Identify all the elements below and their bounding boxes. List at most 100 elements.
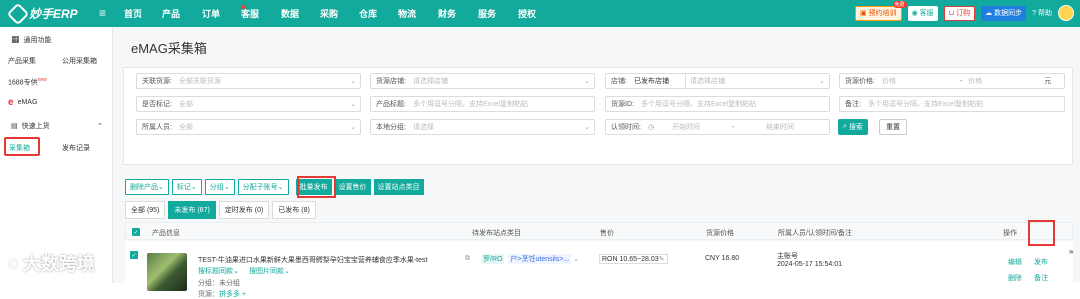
avatar[interactable]: [1058, 5, 1074, 21]
category-tag[interactable]: 户>烹饪utensils>...: [508, 254, 572, 264]
chevron-down-icon: ⌄: [350, 78, 356, 85]
nav-order[interactable]: 订单: [202, 5, 245, 20]
source-select[interactable]: 关联货源: 全部关联货源 ⌄: [136, 73, 361, 89]
product-title[interactable]: TEST-牛油果进口水果新鲜大果墨西哥鳄梨孕妇宝宝营养辅食应季水果-test: [198, 255, 427, 265]
cost-text: CNY 16.80: [705, 255, 740, 262]
calendar-icon: ▣: [859, 10, 867, 17]
logo-icon: [6, 2, 30, 25]
edit-link[interactable]: 编辑: [1008, 257, 1022, 267]
delete-link[interactable]: 删除: [1008, 273, 1022, 283]
add-icon[interactable]: +: [242, 291, 246, 298]
cloud-sync-icon: ☁: [985, 10, 993, 17]
sidebar: ▦ 通用功能 产品采集 公用采集箱 1688专供new e eMAG ▤ 快速上货 ⌃ …: [0, 27, 113, 283]
delete-products-button[interactable]: 删除产品 ⌄: [125, 179, 169, 195]
nav-warehouse[interactable]: 仓库: [359, 7, 398, 20]
col-owner: 所属人员/认领时间/备注: [778, 230, 852, 237]
tab-published[interactable]: 已发布 (8): [272, 201, 316, 219]
table-header: ✓ 产品信息 待发布站点类目 售价 货源价格 所属人员/认领时间/备注 操作: [125, 222, 1073, 240]
new-badge: new: [37, 77, 47, 83]
document-icon: ▤: [11, 123, 18, 130]
source-id-input[interactable]: 货源ID: 多个用逗号分隔，支持Excel复制粘贴: [605, 96, 830, 112]
nav-services[interactable]: 服务: [478, 7, 518, 20]
assign-subaccount-button[interactable]: 分配子账号 ⌄: [237, 179, 289, 195]
note-link[interactable]: 备注: [1034, 273, 1048, 283]
watermark-logo-icon: ◌: [8, 252, 19, 273]
product-thumbnail[interactable]: [147, 253, 187, 291]
owner-select[interactable]: 所属人员: 全部 ⌄: [136, 119, 361, 135]
flag-icon[interactable]: ⚑: [1068, 249, 1074, 257]
main-nav: 首页 产品 订单 客服 数据 采购 仓库 物流 财务 服务 授权: [124, 5, 558, 20]
set-category-button[interactable]: 设置站点类目: [373, 179, 424, 195]
marked-select[interactable]: 是否标记: 全部 ⌄: [136, 96, 361, 112]
sidebar-item-publish-log[interactable]: 发布记录: [62, 143, 90, 153]
search-icon: ⌕: [843, 123, 847, 130]
top-navigation-bar: 妙手ERP ≡ 首页 产品 订单 客服 数据 采购 仓库 物流 财务 服务 授权…: [0, 0, 1080, 27]
clock-icon: ◷: [647, 124, 655, 131]
chevron-down-icon: ⌄: [819, 78, 825, 85]
col-price: 售价: [600, 230, 614, 237]
nav-logistics[interactable]: 物流: [398, 7, 438, 20]
topbar-right: ▣ 预约培训 免费 ◉ 客服 ⊔ 订购 ☁ 数据同步 ? 帮助: [854, 0, 1074, 21]
main-content: eMAG采集箱 关联货源: 全部关联货源 ⌄ 货源店铺: 请选择店铺 ⌄ 店铺: 已发布店…: [113, 27, 1080, 298]
search-button[interactable]: ⌕ 搜索: [838, 119, 868, 135]
sidebar-item-emag[interactable]: e eMAG: [8, 97, 37, 108]
set-price-button[interactable]: 设置售价: [334, 179, 371, 195]
sidebar-section-quick-upload[interactable]: ▤ 快速上货 ⌃: [11, 121, 103, 131]
store-select[interactable]: 店铺: 已发布店铺 请选择店铺 ⌄: [605, 73, 830, 89]
search-similar-link[interactable]: 搜标题同款⌄: [198, 266, 239, 276]
emag-logo-icon: e: [8, 97, 14, 108]
group-text: 分组：未分组: [198, 280, 240, 287]
app-logo[interactable]: 妙手ERP: [6, 2, 78, 25]
nav-data[interactable]: 数据: [281, 7, 320, 20]
search-image-link[interactable]: 搜图片同款⌄: [249, 266, 290, 276]
help-link[interactable]: ? 帮助: [1032, 8, 1052, 18]
nav-auth[interactable]: 授权: [518, 7, 558, 20]
col-category: 待发布站点类目: [472, 230, 521, 237]
nav-home[interactable]: 首页: [124, 7, 162, 20]
tab-unpublished[interactable]: 未发布 (87): [168, 201, 216, 219]
tab-scheduled[interactable]: 定时发布 (0): [218, 201, 270, 219]
row-checkbox[interactable]: ✓: [130, 251, 138, 259]
cart-icon: ⊔: [948, 10, 955, 17]
nav-purchase[interactable]: 采购: [320, 7, 359, 20]
page-title: eMAG采集箱: [131, 41, 207, 56]
price-range[interactable]: 货源价格: 价格 - 价格元: [839, 73, 1065, 89]
publish-link[interactable]: 发布: [1034, 257, 1048, 267]
watermark: ◌ 大数跨境: [8, 252, 95, 275]
local-group-select[interactable]: 本地分组: 请选择 ⌄: [370, 119, 595, 135]
mark-button[interactable]: 标记 ⌄: [171, 179, 202, 195]
data-sync-button[interactable]: ☁ 数据同步: [981, 5, 1027, 21]
menu-toggle-icon[interactable]: ≡: [99, 6, 106, 20]
chevron-down-icon: ⌄: [584, 78, 590, 85]
chevron-down-icon: ⌄: [573, 256, 579, 263]
price-range-text[interactable]: RON 10.65~28.03✎: [599, 254, 668, 264]
nav-finance[interactable]: 财务: [438, 7, 478, 20]
copy-icon[interactable]: ⧉: [465, 255, 470, 263]
owner-text: 主账号: [777, 253, 798, 260]
book-training-button[interactable]: ▣ 预约培训 免费: [854, 0, 907, 21]
sidebar-item-public-box[interactable]: 公用采集箱: [62, 56, 97, 66]
claim-time-range[interactable]: 认领时间: ◷ 开始时间 - 结束时间: [605, 119, 830, 135]
sidebar-item-product-collect[interactable]: 产品采集: [8, 56, 36, 66]
highlight-box: [297, 176, 336, 198]
nav-service[interactable]: 客服: [241, 7, 281, 20]
sidebar-item-1688[interactable]: 1688专供new: [8, 77, 47, 87]
status-tabs: 全部 (95) 未发布 (87) 定时发布 (0) 已发布 (8): [125, 201, 316, 219]
free-badge: 免费: [892, 0, 907, 8]
tab-all[interactable]: 全部 (95): [125, 201, 166, 219]
col-cost: 货源价格: [706, 230, 734, 237]
source-shop-select[interactable]: 货源店铺: 请选择店铺 ⌄: [370, 73, 595, 89]
title-input[interactable]: 产品标题: 多个用逗号分隔，支持Excel复制粘贴: [370, 96, 595, 112]
nav-product[interactable]: 产品: [162, 7, 202, 20]
subscribe-button[interactable]: ⊔ 订购: [943, 5, 976, 21]
reset-button[interactable]: 重置: [879, 119, 907, 135]
table-row: ✓ TEST-牛油果进口水果新鲜大果墨西哥鳄梨孕妇宝宝营养辅食应季水果-test…: [125, 241, 1074, 298]
note-input[interactable]: 备注: 多个用逗号分隔，支持Excel复制粘贴: [839, 96, 1065, 112]
chevron-down-icon: ⌄: [584, 124, 590, 131]
col-product-info: 产品信息: [152, 230, 180, 237]
filter-panel: 关联货源: 全部关联货源 ⌄ 货源店铺: 请选择店铺 ⌄ 店铺: 已发布店铺 请选择店铺 ⌄ …: [123, 67, 1073, 165]
chevron-down-icon: ⌄: [350, 101, 356, 108]
group-button[interactable]: 分组 ⌄: [204, 179, 235, 195]
customer-service-button[interactable]: ◉ 客服: [907, 5, 938, 21]
select-all-checkbox[interactable]: ✓: [132, 228, 140, 236]
